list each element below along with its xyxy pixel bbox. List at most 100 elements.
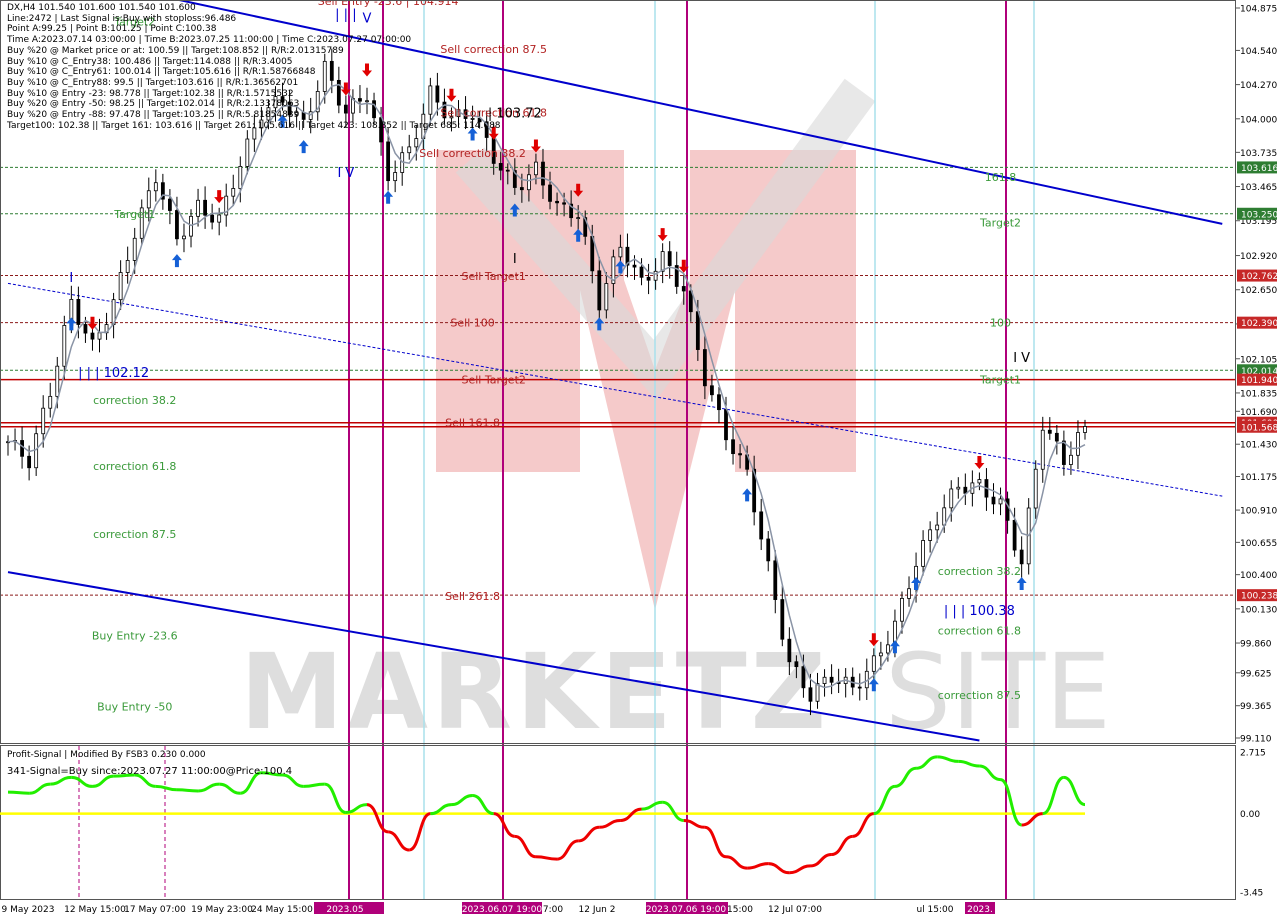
candle-body bbox=[189, 215, 193, 237]
candle-body bbox=[949, 488, 954, 509]
price-tag-label: 103.250 bbox=[1241, 210, 1278, 220]
y-tick-label: 102.920 bbox=[1240, 252, 1277, 262]
chart-level-label: correction 87.5 bbox=[938, 689, 1021, 702]
candle-body bbox=[731, 439, 735, 455]
candle-body bbox=[414, 138, 419, 148]
chart-level-label: Sell 161.8 bbox=[445, 417, 500, 430]
candle-body bbox=[801, 666, 806, 689]
chart-level-label: Sell Target2 bbox=[462, 374, 526, 387]
candle-body bbox=[857, 686, 862, 689]
candle-body bbox=[1012, 519, 1017, 551]
y-tick-label: 99.625 bbox=[1240, 669, 1272, 679]
candle-body bbox=[829, 676, 834, 683]
x-tick-label: 12 May 15:00 bbox=[64, 905, 126, 915]
candle-body bbox=[1047, 429, 1052, 434]
info-line: Buy %10 @ C_Entry61: 100.014 || Target:1… bbox=[7, 67, 316, 78]
candle-body bbox=[27, 455, 32, 469]
wave-label: I V bbox=[337, 166, 354, 181]
chart-level-label: 100 bbox=[990, 317, 1011, 330]
x-tick-label: 2023.05 bbox=[326, 905, 363, 915]
chart-level-label: Buy Entry -23.6 bbox=[92, 629, 178, 642]
candle-body bbox=[146, 190, 151, 209]
candle-body bbox=[717, 394, 721, 411]
chart-level-label: correction 38.2 bbox=[93, 394, 176, 407]
candle-body bbox=[695, 311, 700, 350]
watermark-text: MARKETZ bbox=[240, 631, 830, 753]
y-tick-label: 100.130 bbox=[1240, 605, 1277, 615]
x-tick-label: 2023.07.06 19:00 bbox=[646, 905, 727, 915]
candle-body bbox=[534, 161, 538, 176]
candle-body bbox=[153, 182, 158, 192]
y-tick-label: 101.175 bbox=[1240, 473, 1277, 483]
chart-level-label: Target2 bbox=[979, 217, 1021, 230]
price-tag-label: 101.568 bbox=[1241, 423, 1278, 433]
candle-body bbox=[62, 325, 67, 367]
candle-body bbox=[878, 652, 883, 657]
info-line: Line:2472 | Last Signal is:Buy with stop… bbox=[7, 13, 237, 24]
oscillator-tick-label: 0.00 bbox=[1240, 810, 1260, 820]
candle-body bbox=[48, 395, 53, 409]
candle-body bbox=[787, 638, 792, 663]
x-tick-label: 9 May 2023 bbox=[2, 905, 55, 915]
y-tick-label: 103.465 bbox=[1240, 183, 1277, 193]
candle-body bbox=[168, 198, 172, 211]
x-tick-label: 7:00 bbox=[543, 905, 563, 915]
candle-body bbox=[203, 199, 207, 216]
candle-body bbox=[1061, 440, 1066, 465]
chart-level-label: 161.8 bbox=[985, 171, 1017, 184]
candle-body bbox=[766, 538, 771, 562]
candle-body bbox=[632, 264, 637, 268]
candle-body bbox=[681, 286, 686, 292]
candle-body bbox=[132, 237, 137, 261]
info-line: Buy %10 @ Entry -23: 98.778 || Target:10… bbox=[7, 88, 294, 99]
candle-body bbox=[182, 235, 186, 240]
candle-body bbox=[55, 365, 60, 397]
y-tick-label: 100.655 bbox=[1240, 539, 1277, 549]
candle-body bbox=[991, 496, 996, 505]
candle-body bbox=[245, 138, 250, 167]
y-tick-label: 101.430 bbox=[1240, 441, 1277, 451]
chart-level-label: Sell 261.8 bbox=[445, 590, 500, 603]
candle-body bbox=[505, 169, 510, 172]
info-panel: DX,H4 101.540 101.600 101.540 101.600 Lin… bbox=[7, 3, 501, 131]
candle-body bbox=[702, 349, 707, 387]
candle-body bbox=[20, 440, 24, 457]
candle-body bbox=[83, 324, 88, 334]
y-tick-label: 101.690 bbox=[1240, 408, 1277, 418]
candle-body bbox=[597, 270, 602, 311]
candle-body bbox=[548, 184, 552, 202]
candle-body bbox=[998, 498, 1003, 505]
oscillator-segment bbox=[176, 788, 199, 793]
wave-label: I bbox=[513, 252, 517, 267]
chart-level-label: Sell Target1 bbox=[462, 270, 526, 283]
candle-body bbox=[871, 655, 876, 672]
candle-body bbox=[393, 172, 398, 182]
x-tick-label: 17 May 07:00 bbox=[124, 905, 186, 915]
chart-level-label: Target1 bbox=[113, 208, 155, 221]
candle-body bbox=[1005, 498, 1010, 521]
candle-body bbox=[907, 588, 911, 599]
price-chart[interactable]: MARKETZ SITE Sell Entry -23.6 | 104.914S… bbox=[0, 0, 1280, 920]
candle-body bbox=[646, 276, 651, 281]
y-tick-label: 104.000 bbox=[1240, 115, 1277, 125]
y-tick-label: 100.400 bbox=[1240, 571, 1277, 581]
candle-body bbox=[660, 251, 665, 272]
candle-body bbox=[519, 187, 524, 191]
candle-body bbox=[125, 260, 130, 273]
candle-body bbox=[773, 560, 778, 600]
x-tick-label: 12 Jul 07:00 bbox=[768, 905, 822, 915]
x-tick-label: 15:00 bbox=[727, 905, 753, 915]
candle-body bbox=[217, 214, 222, 223]
candle-body bbox=[759, 511, 764, 540]
oscillator-segment bbox=[7, 790, 30, 795]
candle-body bbox=[41, 407, 46, 435]
oscillator-tick-label: -3.45 bbox=[1240, 889, 1263, 899]
x-tick-label: 12 Jun 2 bbox=[579, 905, 616, 915]
candle-body bbox=[238, 166, 243, 189]
y-tick-label: 102.105 bbox=[1240, 355, 1277, 365]
candle-body bbox=[118, 272, 123, 301]
chart-level-label: correction 61.8 bbox=[938, 624, 1021, 637]
x-tick-label: 19 May 23:00 bbox=[191, 905, 253, 915]
wave-label: | | | 100.38 bbox=[944, 604, 1015, 619]
candle-body bbox=[618, 246, 623, 258]
